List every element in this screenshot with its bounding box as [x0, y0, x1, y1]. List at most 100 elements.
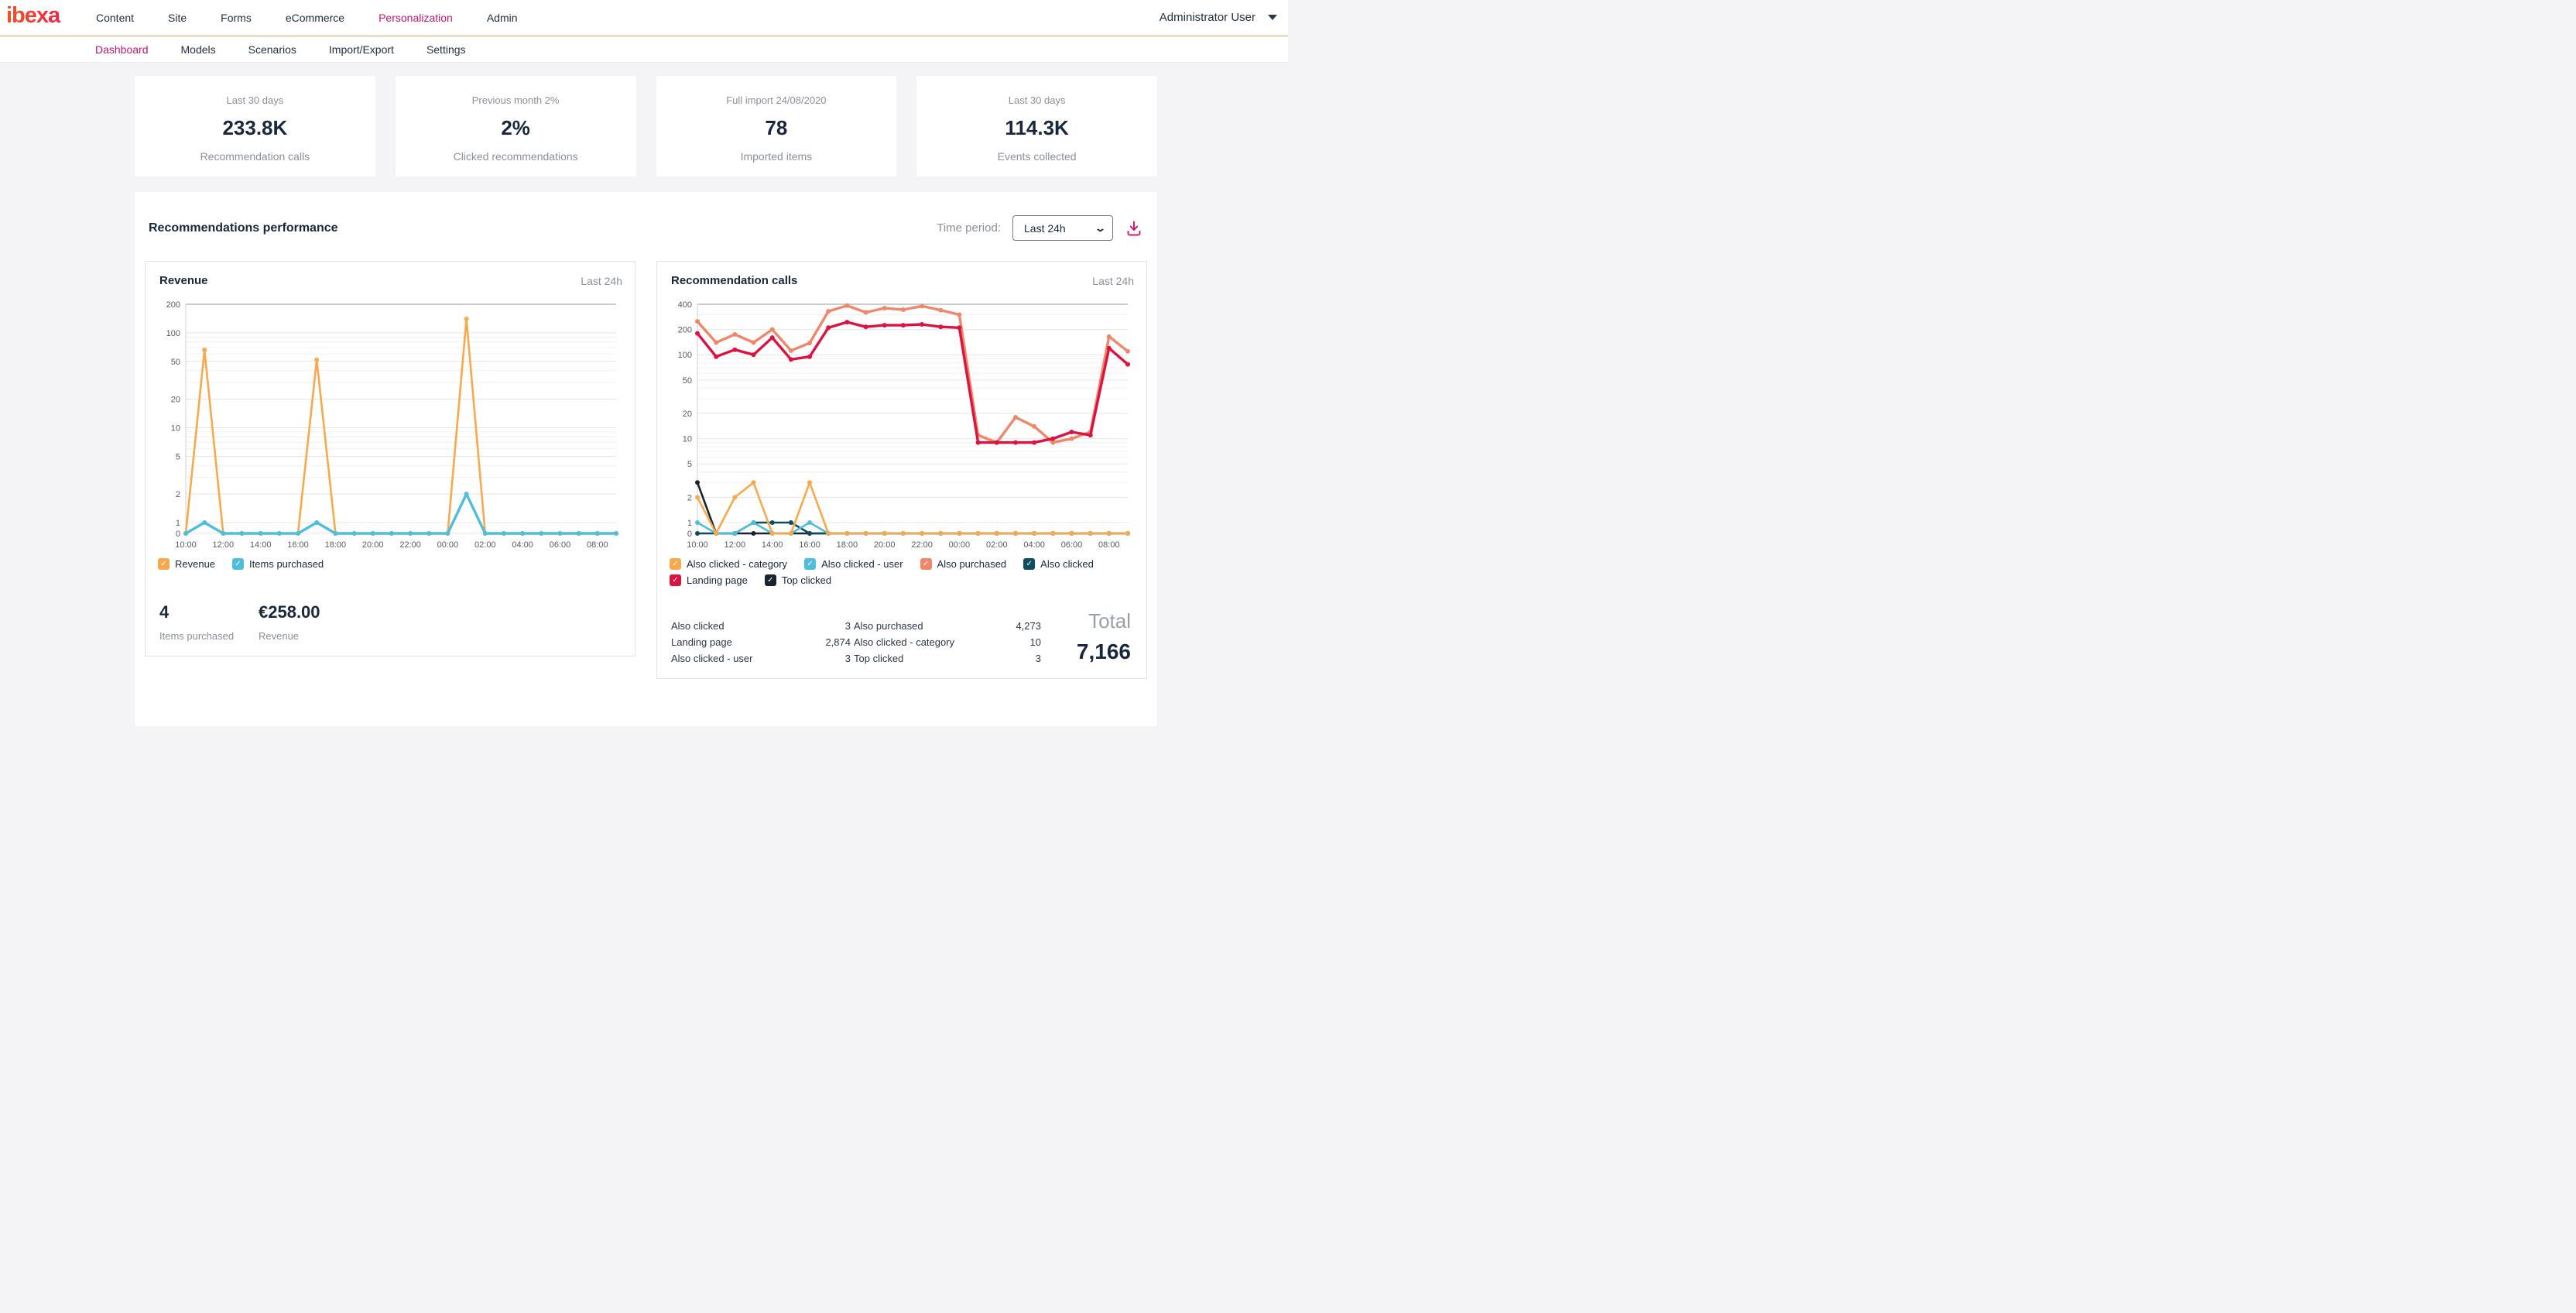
summary-row-label: Also purchased: [854, 620, 990, 632]
sub-nav-import-export[interactable]: Import/Export: [329, 43, 394, 56]
stat-value: 114.3K: [916, 116, 1157, 140]
top-nav: Content Site Forms eCommerce Personalization…: [96, 12, 518, 24]
svg-text:14:00: 14:00: [250, 540, 272, 550]
stat-value: 233.8K: [135, 116, 375, 140]
summary-label: Revenue: [259, 630, 358, 642]
legend-checkbox[interactable]: ✓: [1023, 558, 1035, 570]
stat-value: 2%: [396, 116, 636, 140]
panel-controls: Time period: Last 24h ⌄: [937, 215, 1143, 241]
svg-text:16:00: 16:00: [799, 540, 820, 550]
stat-value: 78: [656, 116, 897, 140]
total-value: 7,166: [1077, 639, 1131, 664]
svg-text:5: 5: [176, 452, 180, 461]
svg-text:100: 100: [678, 351, 692, 360]
download-icon[interactable]: [1125, 219, 1143, 238]
stat-label: Recommendation calls: [135, 150, 375, 163]
stat-card-events-collected: Last 30 days114.3KEvents collected: [916, 76, 1157, 177]
legend-item-also-purchased[interactable]: ✓Also purchased: [920, 558, 1007, 570]
legend-item-items-purchased[interactable]: ✓ Items purchased: [232, 558, 324, 570]
legend-label: Items purchased: [249, 558, 324, 570]
sub-nav-models[interactable]: Models: [181, 43, 216, 56]
svg-text:16:00: 16:00: [287, 540, 309, 550]
chevron-down-icon: ⌄: [1094, 222, 1106, 235]
legend-checkbox[interactable]: ✓: [920, 558, 932, 570]
chart-card-title: Revenue: [159, 274, 208, 287]
svg-text:02:00: 02:00: [986, 540, 1008, 550]
legend-label: Also clicked - category: [687, 558, 787, 570]
ibexa-logo[interactable]: ibexa: [0, 5, 93, 30]
svg-text:10: 10: [171, 423, 180, 433]
top-bar: ibexa Content Site Forms eCommerce Personali…: [0, 0, 1288, 35]
chart-card-period: Last 24h: [581, 275, 622, 287]
summary-metric: 4Items purchased: [159, 602, 259, 642]
chart-card-header: Revenue Last 24h: [159, 274, 622, 287]
user-menu[interactable]: Administrator User: [1160, 11, 1288, 24]
stat-card-recommendation-calls: Last 30 days233.8KRecommendation calls: [135, 76, 375, 177]
svg-text:10:00: 10:00: [175, 540, 197, 550]
summary-row-label: Landing page: [671, 636, 786, 648]
legend-checkbox[interactable]: ✓: [765, 574, 776, 586]
chart-plot-revenue: 012510205010020010:0012:0014:0016:0018:0…: [156, 298, 624, 554]
total-label: Total: [1077, 609, 1131, 633]
svg-text:50: 50: [683, 376, 692, 386]
svg-text:200: 200: [678, 326, 692, 335]
stat-label: Imported items: [656, 150, 897, 163]
legend-label: Top clicked: [782, 574, 831, 586]
legend-label: Revenue: [175, 558, 215, 570]
stat-card-imported-items: Full import 24/08/202078Imported items: [656, 76, 897, 177]
summary-row-label: Top clicked: [854, 653, 990, 664]
summary-row-value: 3: [786, 653, 854, 664]
svg-text:20:00: 20:00: [362, 540, 384, 550]
user-name: Administrator User: [1160, 11, 1255, 24]
summary-row-label: Also clicked: [671, 620, 786, 632]
summary-row-value: 10: [990, 636, 1044, 648]
svg-text:20:00: 20:00: [874, 540, 896, 550]
legend-checkbox[interactable]: ✓: [232, 558, 244, 570]
svg-text:18:00: 18:00: [837, 540, 858, 550]
svg-text:02:00: 02:00: [474, 540, 496, 550]
top-nav-personalization[interactable]: Personalization: [379, 12, 453, 24]
top-nav-forms[interactable]: Forms: [221, 12, 252, 24]
svg-text:06:00: 06:00: [1061, 540, 1083, 550]
legend-label: Landing page: [687, 574, 748, 586]
svg-text:100: 100: [166, 329, 180, 338]
summary-row-value: 3: [990, 653, 1044, 664]
performance-panel: Recommendations performance Time period:…: [135, 192, 1157, 726]
legend-item-also-clicked[interactable]: ✓Also clicked: [1023, 558, 1094, 570]
legend-checkbox[interactable]: ✓: [670, 574, 681, 586]
top-nav-site[interactable]: Site: [168, 12, 187, 24]
svg-text:08:00: 08:00: [587, 540, 608, 550]
summary-row-label: Also clicked - category: [854, 636, 990, 648]
stat-card-clicked-recommendations: Previous month 2%2%Clicked recommendatio…: [396, 76, 636, 177]
top-nav-admin[interactable]: Admin: [487, 12, 518, 24]
chart-legend: ✓ Revenue ✓ Items purchased: [158, 558, 622, 570]
svg-text:20: 20: [171, 396, 180, 405]
legend-checkbox[interactable]: ✓: [804, 558, 816, 570]
legend-item-also-clicked-user[interactable]: ✓Also clicked - user: [804, 558, 903, 570]
chart-card-title: Recommendation calls: [671, 274, 797, 287]
legend-checkbox[interactable]: ✓: [158, 558, 170, 570]
chart-card-recommendation-calls: Recommendation callsLast 24h012510205010…: [656, 261, 1147, 679]
sub-nav-dashboard[interactable]: Dashboard: [95, 43, 149, 56]
legend-item-landing-page[interactable]: ✓ Landing page: [670, 574, 748, 586]
svg-text:06:00: 06:00: [550, 540, 571, 550]
svg-text:12:00: 12:00: [213, 540, 235, 550]
summary-value: €258.00: [259, 602, 358, 622]
sub-nav-scenarios[interactable]: Scenarios: [248, 43, 296, 56]
svg-text:14:00: 14:00: [762, 540, 783, 550]
top-nav-content[interactable]: Content: [96, 12, 134, 24]
summary-grid: Also clicked3Also purchased4,273Landing …: [671, 620, 1044, 664]
sub-nav-settings[interactable]: Settings: [426, 43, 466, 56]
legend-item-revenue[interactable]: ✓ Revenue: [158, 558, 215, 570]
legend-checkbox[interactable]: ✓: [670, 558, 681, 570]
summary-value: 4: [159, 602, 259, 622]
svg-text:12:00: 12:00: [724, 540, 746, 550]
svg-text:04:00: 04:00: [1023, 540, 1045, 550]
legend-item-top-clicked[interactable]: ✓ Top clicked: [765, 574, 831, 586]
time-period-select[interactable]: Last 24h ⌄: [1012, 215, 1113, 241]
legend-item-also-clicked-category[interactable]: ✓ Also clicked - category: [670, 558, 787, 570]
svg-text:1: 1: [176, 519, 180, 528]
top-nav-ecommerce[interactable]: eCommerce: [286, 12, 344, 24]
svg-text:04:00: 04:00: [512, 540, 533, 550]
svg-text:2: 2: [176, 490, 180, 499]
